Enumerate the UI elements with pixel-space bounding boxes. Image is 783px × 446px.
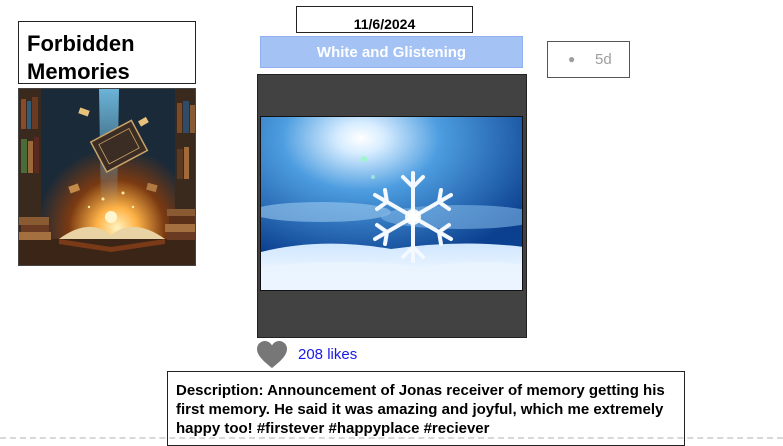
post-date: 11/6/2024 bbox=[296, 6, 473, 33]
likes-count[interactable]: 208 likes bbox=[298, 346, 357, 363]
post-description: Description: Announcement of Jonas recei… bbox=[167, 371, 685, 446]
post-age-badge: ● 5d bbox=[547, 41, 630, 78]
dot-icon: ● bbox=[568, 52, 576, 66]
post-age: 5d bbox=[595, 51, 612, 68]
post-image bbox=[260, 116, 523, 291]
heart-icon[interactable] bbox=[257, 341, 287, 369]
book-cover-image bbox=[18, 88, 196, 266]
app-title: Forbidden Memories bbox=[18, 21, 196, 84]
post-title: White and Glistening bbox=[260, 36, 523, 68]
bottom-divider bbox=[0, 437, 783, 439]
